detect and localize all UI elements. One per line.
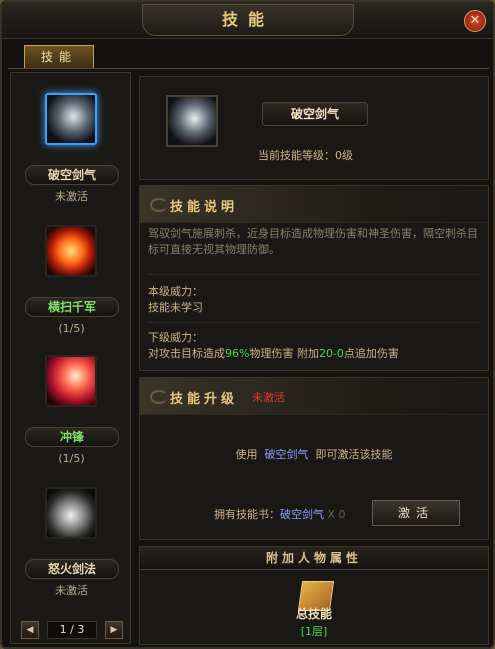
skill-name: 横扫千军 [25, 297, 119, 317]
upgrade-panel: 技能升级 未激活 使用 破空剑气 即可激活该技能 拥有技能书：破空剑气 X 0 … [139, 377, 489, 540]
skill-status: (1/5) [58, 322, 85, 335]
bonus-damage: 20-0 [318, 347, 344, 360]
skill-window: 技能 ✕ 技能 破空剑气 未激活 横扫千军 (1/5) 冲锋 (1/5) 怒火剑… [0, 0, 495, 649]
activate-button[interactable]: 激活 [372, 500, 460, 526]
sword-slash-icon [166, 95, 218, 147]
close-icon[interactable]: ✕ [464, 10, 486, 32]
next-power-text: 对攻击目标造成96%物理伤害 附加20-0点追加伤害 [148, 346, 484, 362]
charge-icon[interactable] [45, 355, 97, 407]
activation-hint: 使用 破空剑气 即可激活该技能 [140, 446, 488, 462]
window-title: 技能 [142, 4, 354, 36]
skill-list: 破空剑气 未激活 横扫千军 (1/5) 冲锋 (1/5) 怒火剑法 未激活 ◀ … [10, 72, 131, 644]
skill-detail-panel: 破空剑气 当前技能等级：0级 [139, 76, 489, 180]
skill-book-line: 拥有技能书：破空剑气 X 0 [214, 506, 346, 522]
tab-divider [8, 68, 489, 69]
skill-status: (1/5) [58, 452, 85, 465]
fire-sweep-icon[interactable] [45, 225, 97, 277]
swirl-icon [150, 390, 168, 404]
description-text: 驾驭剑气施展刺杀，近身目标造成物理伤害和神圣伤害，隔空刺杀目标可直接无视其物理防… [148, 227, 478, 256]
skill-status: 未激活 [55, 584, 88, 597]
next-power-prefix: 对攻击目标造成 [148, 347, 225, 360]
skill-title: 破空剑气 [262, 102, 368, 126]
attributes-panel: 附加人物属性 总技能 [1层] [139, 546, 489, 645]
total-skills-label: 总技能 [295, 607, 332, 621]
description-panel: 技能说明 驾驭剑气施展刺杀，近身目标造成物理伤害和神圣伤害，隔空刺杀目标可直接无… [139, 185, 489, 371]
skill-name: 破空剑气 [25, 165, 119, 185]
next-page-button[interactable]: ▶ [105, 621, 123, 639]
divider [148, 274, 480, 275]
skill-name: 冲锋 [25, 427, 119, 447]
rage-sword-icon[interactable] [45, 487, 97, 539]
title-bar: 技能 ✕ [2, 2, 493, 39]
skill-status: 未激活 [55, 190, 88, 203]
next-power-middle: 物理伤害 附加 [249, 347, 319, 360]
divider [148, 322, 480, 323]
upgrade-header: 技能升级 未激活 [140, 378, 488, 415]
sword-slash-icon[interactable] [45, 93, 97, 145]
hint-skill: 破空剑气 [264, 448, 309, 461]
description-title: 技能说明 [170, 200, 239, 215]
description-header: 技能说明 [140, 186, 488, 223]
next-power-suffix: 点追加伤害 [343, 347, 399, 360]
upgrade-status: 未激活 [252, 391, 285, 404]
layer-count: [1层] [300, 625, 328, 638]
hint-suffix: 即可激活该技能 [315, 448, 393, 461]
swirl-icon [150, 198, 168, 212]
current-power-label: 本级威力： [148, 285, 203, 298]
current-power-text: 技能未学习 [148, 301, 203, 314]
hint-prefix: 使用 [235, 448, 258, 461]
pager: ◀ 1 / 3 ▶ [21, 621, 123, 639]
page-indicator: 1 / 3 [47, 621, 97, 639]
attributes-title: 附加人物属性 [140, 547, 488, 570]
damage-percent: 96% [225, 347, 250, 360]
upgrade-title: 技能升级 [170, 392, 239, 407]
book-count: X 0 [327, 508, 346, 521]
book-name: 破空剑气 [280, 508, 324, 521]
next-power-label: 下级威力： [148, 331, 203, 344]
tab-skills[interactable]: 技能 [24, 45, 94, 69]
skill-level: 当前技能等级：0级 [258, 149, 353, 162]
book-label: 拥有技能书： [214, 508, 280, 521]
prev-page-button[interactable]: ◀ [21, 621, 39, 639]
skill-name: 怒火剑法 [25, 559, 119, 579]
